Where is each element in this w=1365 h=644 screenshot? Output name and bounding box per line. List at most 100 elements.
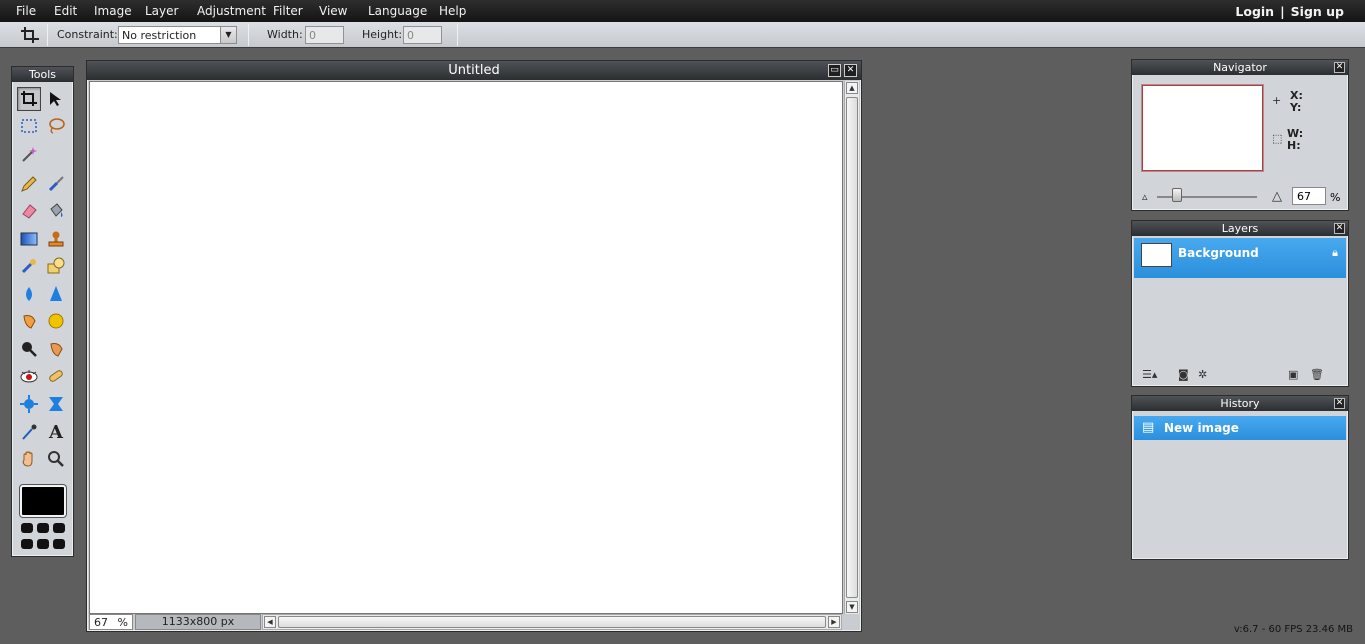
- clone-stamp-icon[interactable]: [44, 227, 68, 251]
- zoom-unit: %: [117, 616, 128, 629]
- scroll-left-icon[interactable]: ◀: [264, 616, 276, 628]
- color-replace-icon[interactable]: [17, 254, 41, 278]
- close-icon[interactable]: ✕: [1334, 62, 1345, 73]
- pinch-icon[interactable]: [44, 392, 68, 416]
- tools-title: Tools: [12, 67, 73, 82]
- vertical-scroll-thumb[interactable]: [846, 97, 858, 598]
- auth-separator: |: [1280, 4, 1285, 19]
- new-layer-icon[interactable]: ▣: [1288, 368, 1298, 381]
- chevron-down-icon[interactable]: ▼: [220, 27, 236, 43]
- menu-image[interactable]: Image: [94, 4, 132, 18]
- sharpen-icon[interactable]: [44, 282, 68, 306]
- constraint-select[interactable]: No restriction ▼: [118, 26, 237, 44]
- swatch-preset[interactable]: [53, 523, 65, 533]
- paint-bucket-icon[interactable]: [44, 199, 68, 223]
- menu-filter[interactable]: Filter: [273, 4, 303, 18]
- cursor-coords: X: Y:: [1290, 90, 1303, 114]
- layer-name: Background: [1178, 246, 1259, 260]
- marquee-icon[interactable]: [17, 114, 41, 138]
- layers-title: Layers ✕: [1132, 221, 1348, 236]
- divider: [248, 24, 249, 46]
- constraint-value: No restriction: [122, 29, 197, 42]
- menu-view[interactable]: View: [319, 4, 347, 18]
- history-item[interactable]: ▤ New image: [1134, 416, 1346, 440]
- scroll-right-icon[interactable]: ▶: [828, 616, 840, 628]
- text-icon[interactable]: A: [44, 420, 68, 444]
- height-label: Height:: [362, 28, 403, 41]
- swatch-preset[interactable]: [53, 539, 65, 549]
- layer-settings-icon[interactable]: ☰▴: [1142, 368, 1157, 381]
- dodge-icon[interactable]: [17, 337, 41, 361]
- status-info: v:6.7 - 60 FPS 23.46 MB: [1233, 624, 1353, 635]
- menu-file[interactable]: File: [16, 4, 36, 18]
- document-title: Untitled ▭ ✕: [87, 61, 861, 80]
- close-icon[interactable]: ✕: [1334, 398, 1345, 409]
- hand-icon[interactable]: [17, 447, 41, 471]
- image-size: 1133x800 px: [135, 614, 261, 630]
- menu-help[interactable]: Help: [439, 4, 466, 18]
- swatch-preset[interactable]: [21, 523, 33, 533]
- layer-row[interactable]: Background 🔒︎: [1134, 238, 1346, 278]
- swatch-preset[interactable]: [21, 539, 33, 549]
- navigator-zoom-input[interactable]: 67: [1292, 187, 1326, 205]
- shape-icon[interactable]: [44, 254, 68, 278]
- history-panel: History ✕ ▤ New image: [1131, 395, 1349, 560]
- zoom-value: 67: [94, 616, 108, 629]
- zoom-icon[interactable]: [44, 447, 68, 471]
- menu-edit[interactable]: Edit: [54, 4, 77, 18]
- scroll-down-icon[interactable]: ▼: [846, 601, 858, 613]
- menu-bar: File Edit Image Layer Adjustment Filter …: [0, 0, 1365, 22]
- zoom-in-icon[interactable]: △: [1272, 189, 1282, 204]
- y-label: Y:: [1290, 101, 1302, 114]
- color-picker-icon[interactable]: [17, 420, 41, 444]
- eraser-icon[interactable]: [17, 199, 41, 223]
- scroll-up-icon[interactable]: ▲: [846, 82, 858, 94]
- move-icon[interactable]: [44, 87, 68, 111]
- constraint-label: Constraint:: [57, 28, 118, 41]
- layer-styles-icon[interactable]: ✲: [1198, 368, 1207, 381]
- height-input[interactable]: 0: [403, 26, 442, 44]
- lasso-icon[interactable]: [44, 114, 68, 138]
- foreground-color-swatch[interactable]: [20, 485, 66, 517]
- crop-icon[interactable]: [17, 87, 41, 111]
- red-eye-icon[interactable]: [17, 364, 41, 388]
- burn-icon[interactable]: [44, 337, 68, 361]
- navigator-title-text: Navigator: [1213, 61, 1267, 74]
- close-icon[interactable]: ✕: [1334, 223, 1345, 234]
- zoom-field[interactable]: 67 %: [89, 614, 133, 630]
- close-icon[interactable]: ✕: [844, 64, 857, 77]
- signup-link[interactable]: Sign up: [1291, 4, 1344, 19]
- smudge-icon[interactable]: [17, 309, 41, 333]
- vertical-scrollbar[interactable]: ▲ ▼: [844, 81, 859, 614]
- bloat-icon[interactable]: [17, 392, 41, 416]
- options-bar: Constraint: No restriction ▼ Width: 0 He…: [0, 22, 1365, 48]
- login-link[interactable]: Login: [1235, 4, 1274, 19]
- menu-layer[interactable]: Layer: [145, 4, 178, 18]
- menu-adjustment[interactable]: Adjustment: [197, 4, 266, 18]
- sponge-icon[interactable]: [44, 309, 68, 333]
- pencil-icon[interactable]: [17, 172, 41, 196]
- crop-icon[interactable]: [19, 25, 43, 45]
- zoom-out-icon[interactable]: ▵: [1142, 190, 1148, 203]
- navigator-preview[interactable]: [1142, 85, 1263, 171]
- layer-mask-icon[interactable]: ◙: [1178, 368, 1189, 381]
- history-item-label: New image: [1164, 421, 1239, 435]
- blur-icon[interactable]: [17, 282, 41, 306]
- maximize-icon[interactable]: ▭: [828, 64, 841, 77]
- horizontal-scrollbar[interactable]: ◀ ▶: [262, 614, 842, 630]
- image-canvas[interactable]: [89, 81, 843, 614]
- width-input[interactable]: 0: [305, 26, 344, 44]
- gradient-icon[interactable]: [17, 227, 41, 251]
- zoom-slider-thumb[interactable]: [1172, 188, 1182, 202]
- spot-heal-icon[interactable]: [44, 364, 68, 388]
- lock-icon[interactable]: 🔒︎: [1332, 246, 1338, 260]
- horizontal-scroll-thumb[interactable]: [278, 616, 826, 628]
- brush-icon[interactable]: [44, 172, 68, 196]
- auth-links: Login | Sign up: [1235, 4, 1344, 19]
- trash-icon[interactable]: 🗑︎: [1310, 368, 1324, 381]
- document-icon: ▤: [1142, 420, 1155, 435]
- swatch-preset[interactable]: [37, 539, 49, 549]
- menu-language[interactable]: Language: [368, 4, 427, 18]
- swatch-preset[interactable]: [37, 523, 49, 533]
- magic-wand-icon[interactable]: [17, 142, 41, 166]
